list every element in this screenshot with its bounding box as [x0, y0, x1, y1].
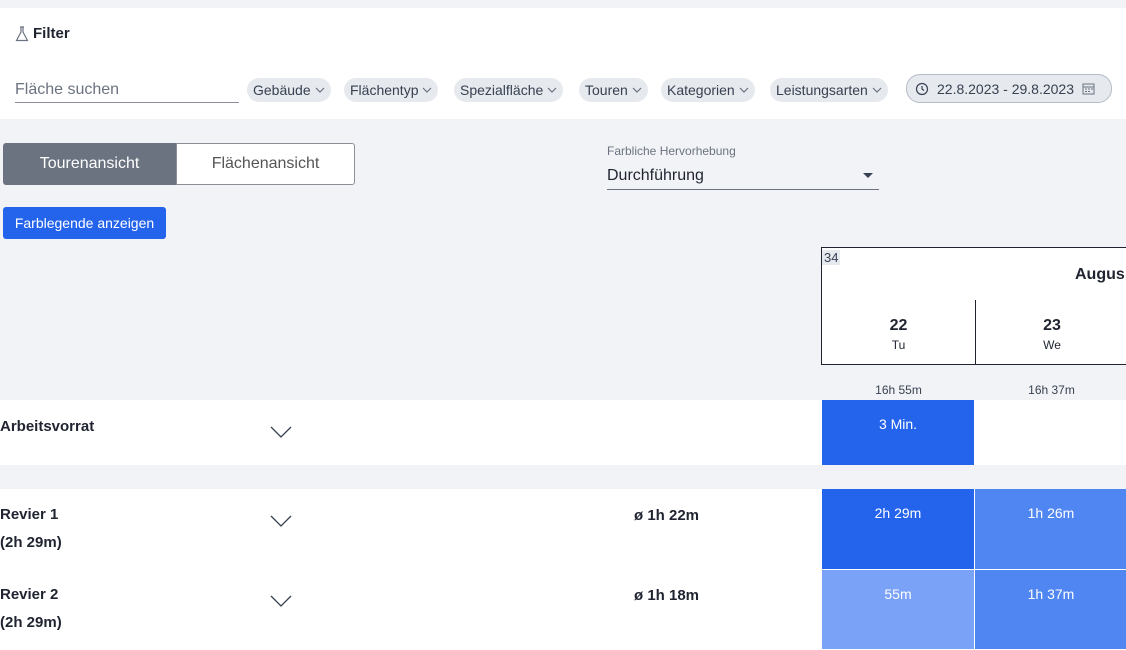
filter-title: Filter	[15, 25, 70, 42]
history-icon	[915, 82, 929, 95]
chip-label: Touren	[585, 82, 628, 98]
date-range-text: 22.8.2023 - 29.8.2023	[937, 80, 1075, 97]
row-subtitle: (2h 29m)	[0, 534, 62, 551]
chevron-down-icon[interactable]	[270, 595, 292, 607]
chip-label: Leistungsarten	[776, 82, 868, 98]
schedule-cell[interactable]: 2h 29m	[822, 489, 974, 569]
chevron-down-icon	[739, 87, 749, 93]
day-number: 23	[1043, 317, 1061, 334]
highlight-select-label: Farbliche Hervorhebung	[607, 144, 736, 158]
row-arbeitsvorrat: Arbeitsvorrat 3 Min.	[0, 400, 1126, 465]
row-revier-2: Revier 2 (2h 29m) ø 1h 18m 55m 1h 37m	[0, 569, 1126, 650]
day-number: 22	[889, 317, 908, 334]
row-revier-1: Revier 1 (2h 29m) ø 1h 22m 2h 29m 1h 26m	[0, 489, 1126, 569]
chip-label: Flächentyp	[350, 82, 419, 98]
view-toggle: Tourenansicht Flächenansicht	[3, 143, 355, 185]
chevron-down-icon[interactable]	[270, 426, 292, 438]
chevron-down-icon	[547, 87, 557, 93]
chevron-down-icon	[423, 87, 432, 93]
schedule-cell[interactable]: 1h 37m	[975, 570, 1126, 649]
row-average: ø 1h 22m	[634, 507, 700, 524]
chip-label: Gebäude	[253, 82, 311, 98]
tab-tourenansicht[interactable]: Tourenansicht	[3, 143, 176, 185]
schedule-cell[interactable]: 1h 26m	[975, 489, 1126, 569]
row-subtitle: (2h 29m)	[0, 614, 62, 631]
week-number: 34	[822, 250, 841, 265]
calendar-header: 34 Augus 22 Tu 23 We	[821, 247, 1126, 365]
month-label: Augus	[1075, 266, 1125, 283]
row-title: Arbeitsvorrat	[0, 418, 95, 435]
day-column-header[interactable]: 22 Tu	[822, 300, 975, 365]
filter-chip-leistungsarten[interactable]: Leistungsarten	[770, 78, 888, 102]
filter-title-text: Filter	[33, 25, 70, 42]
day-column-header[interactable]: 23 We	[975, 300, 1126, 365]
filter-panel: Filter Gebäude Flächentyp Spezialfläche …	[0, 8, 1126, 119]
search-input[interactable]	[15, 78, 239, 103]
flask-icon	[15, 25, 29, 41]
chevron-down-icon	[872, 87, 882, 93]
row-title: Revier 1	[0, 506, 59, 523]
filter-chip-flaechentyp[interactable]: Flächentyp	[344, 78, 439, 102]
chip-label: Kategorien	[667, 82, 735, 98]
day-total: 16h 55m	[875, 383, 922, 397]
chip-label: Spezialfläche	[460, 82, 544, 98]
calendar-icon	[1082, 83, 1095, 95]
caret-down-icon	[863, 173, 873, 178]
filter-chip-gebaeude[interactable]: Gebäude	[247, 78, 331, 102]
highlight-select[interactable]: Durchführung	[607, 162, 879, 190]
schedule-cell[interactable]: 55m	[822, 570, 974, 649]
tab-flaechenansicht[interactable]: Flächenansicht	[176, 143, 355, 185]
date-range-picker[interactable]: 22.8.2023 - 29.8.2023	[906, 74, 1112, 103]
day-weekday: Tu	[891, 338, 906, 352]
chevron-down-icon	[632, 87, 642, 93]
row-average: ø 1h 18m	[634, 587, 700, 604]
highlight-select-value: Durchführung	[607, 166, 704, 184]
schedule-cell[interactable]: 3 Min.	[822, 400, 974, 465]
chevron-down-icon[interactable]	[270, 515, 292, 527]
filter-chip-spezialflaeche[interactable]: Spezialfläche	[454, 78, 564, 102]
show-legend-button[interactable]: Farblegende anzeigen	[3, 207, 166, 239]
filter-chip-kategorien[interactable]: Kategorien	[661, 78, 755, 102]
row-title: Revier 2	[0, 586, 59, 603]
filter-chip-touren[interactable]: Touren	[579, 78, 648, 102]
chevron-down-icon	[315, 87, 325, 93]
day-weekday: We	[1043, 338, 1061, 352]
day-total: 16h 37m	[1028, 383, 1075, 397]
